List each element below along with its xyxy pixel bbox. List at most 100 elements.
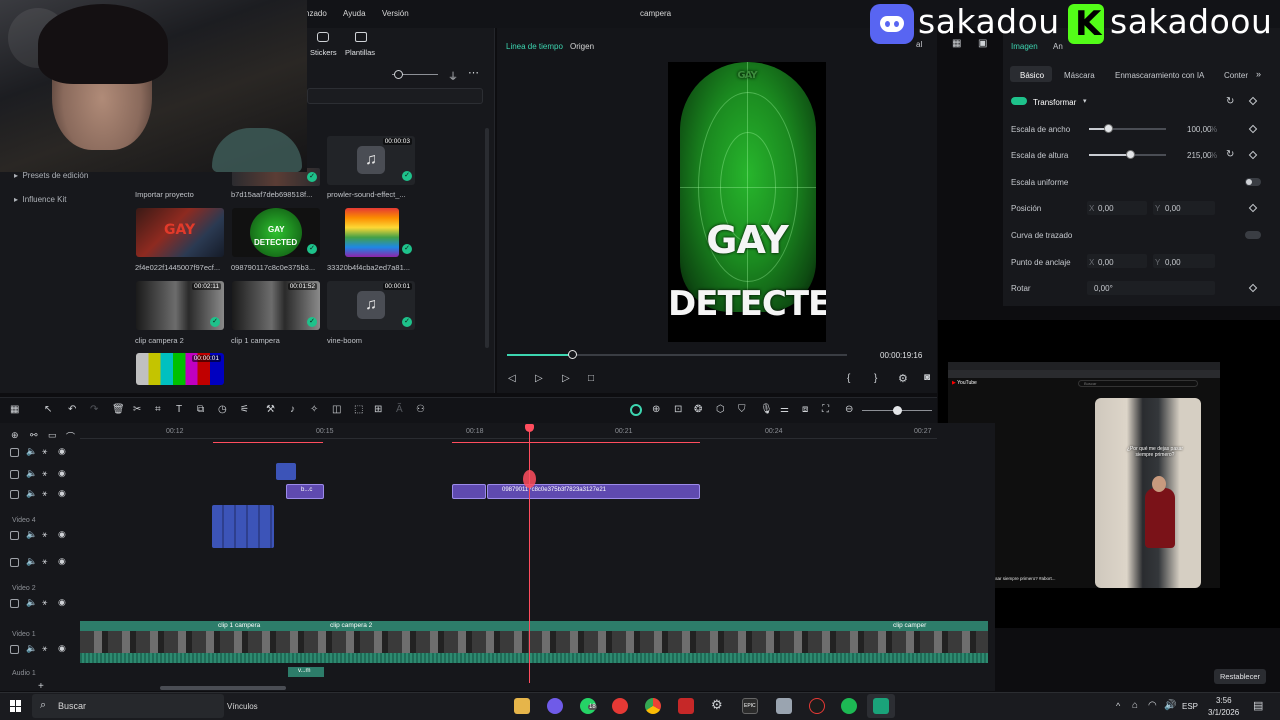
more-tools-icon[interactable]: ⚇: [416, 404, 425, 415]
spotify-icon[interactable]: [841, 698, 857, 714]
track-lock-icon[interactable]: [10, 645, 19, 654]
thumb-size-knob[interactable]: [394, 70, 403, 79]
overlay-clip-main[interactable]: 098790117c8c0e375b3f7823a3127e21: [487, 484, 700, 499]
eye-icon[interactable]: ◉: [58, 468, 66, 479]
undo-icon[interactable]: ↶: [68, 404, 76, 415]
speaker-icon[interactable]: 🔈: [26, 468, 37, 479]
speaker-icon[interactable]: 🔈: [26, 643, 37, 654]
unlink-icon[interactable]: ⚹: [42, 468, 47, 479]
speaker-icon[interactable]: 🔈: [26, 556, 37, 567]
eye-icon[interactable]: ◉: [58, 556, 66, 567]
scale-width-value[interactable]: 100,00: [1187, 125, 1211, 134]
marker-icon[interactable]: ⬡: [716, 404, 725, 415]
speaker-icon[interactable]: 🔈: [26, 597, 37, 608]
speaker-icon[interactable]: 🔈: [26, 529, 37, 540]
redo-icon[interactable]: ↷: [90, 404, 98, 415]
whatsapp-icon[interactable]: 18: [580, 698, 597, 714]
eye-icon[interactable]: ◉: [58, 597, 66, 608]
stop-icon[interactable]: □: [588, 373, 594, 384]
media-scrollbar[interactable]: [485, 128, 489, 348]
mixer-icon[interactable]: ⚌: [780, 404, 789, 415]
more-icon[interactable]: ⋯: [468, 66, 479, 79]
media-label-import[interactable]: Importar proyecto: [135, 190, 227, 199]
chrome-icon[interactable]: [645, 698, 661, 714]
menu-item-ayuda[interactable]: Ayuda: [343, 9, 366, 18]
video1-clip-header[interactable]: [80, 621, 988, 631]
media-thumb-rainbow[interactable]: [345, 208, 399, 257]
file-explorer-icon[interactable]: [514, 698, 530, 714]
audio-clip[interactable]: v...m: [288, 667, 324, 677]
clock-time[interactable]: 3:56: [1216, 696, 1232, 705]
track-lock-icon[interactable]: [10, 599, 19, 608]
position-y-input[interactable]: [1153, 201, 1215, 215]
links-toolbar[interactable]: Vínculos: [227, 702, 258, 711]
keyframe-tool-icon[interactable]: ⊞: [374, 404, 382, 415]
unlink-icon[interactable]: ⚹: [42, 446, 47, 457]
scale-height-knob[interactable]: [1125, 150, 1135, 159]
game-icon[interactable]: [678, 698, 694, 714]
audio-tool-icon[interactable]: ♪: [290, 404, 295, 415]
color-icon[interactable]: ❂: [694, 404, 702, 415]
fullscreen-icon[interactable]: ⛶: [822, 404, 829, 415]
subtab-enmascaramiento[interactable]: Enmascaramiento con IA: [1115, 71, 1204, 80]
scale-width-slider[interactable]: [1089, 128, 1166, 130]
filmora-icon[interactable]: [873, 698, 889, 714]
crop-icon[interactable]: ⌗: [155, 404, 161, 415]
more-tabs-icon[interactable]: »: [1256, 69, 1261, 79]
link-icon[interactable]: ⚯: [30, 430, 38, 441]
epic-games-icon[interactable]: EPIC: [742, 698, 758, 714]
windows-start-icon[interactable]: [10, 700, 22, 712]
zoom-knob[interactable]: [893, 406, 902, 415]
settings-gear-icon[interactable]: ⚙: [711, 697, 723, 713]
app-icon[interactable]: [547, 698, 563, 714]
uniform-scale-toggle[interactable]: [1245, 178, 1261, 186]
clock-date[interactable]: 3/1/2026: [1208, 708, 1239, 717]
eye-icon[interactable]: ◉: [58, 643, 66, 654]
eye-icon[interactable]: ◉: [58, 529, 66, 540]
unlink-icon[interactable]: ⚹: [42, 488, 47, 499]
add-icon[interactable]: +: [38, 681, 44, 692]
progress-knob[interactable]: [567, 350, 577, 359]
reset-icon[interactable]: ↻: [1226, 96, 1234, 107]
caption-icon[interactable]: ▭: [48, 430, 57, 441]
playhead[interactable]: [529, 425, 530, 683]
mic-icon[interactable]: 🎙: [760, 404, 773, 415]
track-lock-icon[interactable]: [10, 490, 19, 499]
speaker-icon[interactable]: 🔈: [26, 488, 37, 499]
templates-tab[interactable]: Plantillas: [345, 48, 375, 57]
step-play-icon[interactable]: ▷: [535, 373, 543, 384]
mark-in-icon[interactable]: {: [847, 373, 850, 384]
unlink-icon[interactable]: ⚹: [42, 529, 47, 540]
pip-icon[interactable]: ⧈: [802, 404, 808, 415]
track-lock-icon[interactable]: [10, 531, 19, 540]
anchor-x-input[interactable]: [1087, 254, 1147, 268]
timer-icon[interactable]: ◷: [218, 404, 227, 415]
media-thumb-2f4e[interactable]: GAY: [136, 208, 224, 257]
language-indicator[interactable]: ESP: [1182, 702, 1198, 711]
transition-icon[interactable]: ⬚: [354, 404, 363, 415]
title-clip[interactable]: [276, 463, 296, 480]
search-input[interactable]: [307, 88, 483, 104]
delete-icon[interactable]: 🗑: [112, 404, 125, 415]
taskbar-search[interactable]: ⌕ Buscar: [32, 694, 224, 718]
scale-height-value[interactable]: 215,00: [1187, 151, 1211, 160]
select-tool-icon[interactable]: ↖: [44, 404, 52, 415]
path-curve-toggle[interactable]: [1245, 231, 1261, 239]
sidebar-item-influence[interactable]: ▸ Influence Kit: [14, 195, 67, 204]
speaker-icon[interactable]: 🔈: [26, 446, 37, 457]
subtab-basico[interactable]: Básico: [1020, 71, 1044, 80]
layout-icon[interactable]: ▦: [10, 404, 19, 415]
settings-icon[interactable]: ⚙: [898, 372, 908, 385]
media-thumb-color-bars[interactable]: 00:00:01: [136, 353, 224, 385]
media-player-icon[interactable]: [612, 698, 628, 714]
split-icon[interactable]: ✂: [133, 404, 141, 415]
prev-frame-icon[interactable]: ◁: [508, 373, 516, 384]
volume-icon[interactable]: 🔊: [1164, 700, 1176, 711]
track-lock-icon[interactable]: [10, 558, 19, 567]
title-clip-stack[interactable]: [212, 505, 274, 548]
unlink-icon[interactable]: ⚹: [42, 597, 47, 608]
tab-timeline[interactable]: Linea de tiempo: [506, 42, 563, 51]
subtab-contenido[interactable]: Conter: [1224, 71, 1248, 80]
video-preview[interactable]: GAY GAY DETECTED: [668, 62, 826, 342]
menu-item-avanzado[interactable]: nzado: [305, 9, 327, 18]
